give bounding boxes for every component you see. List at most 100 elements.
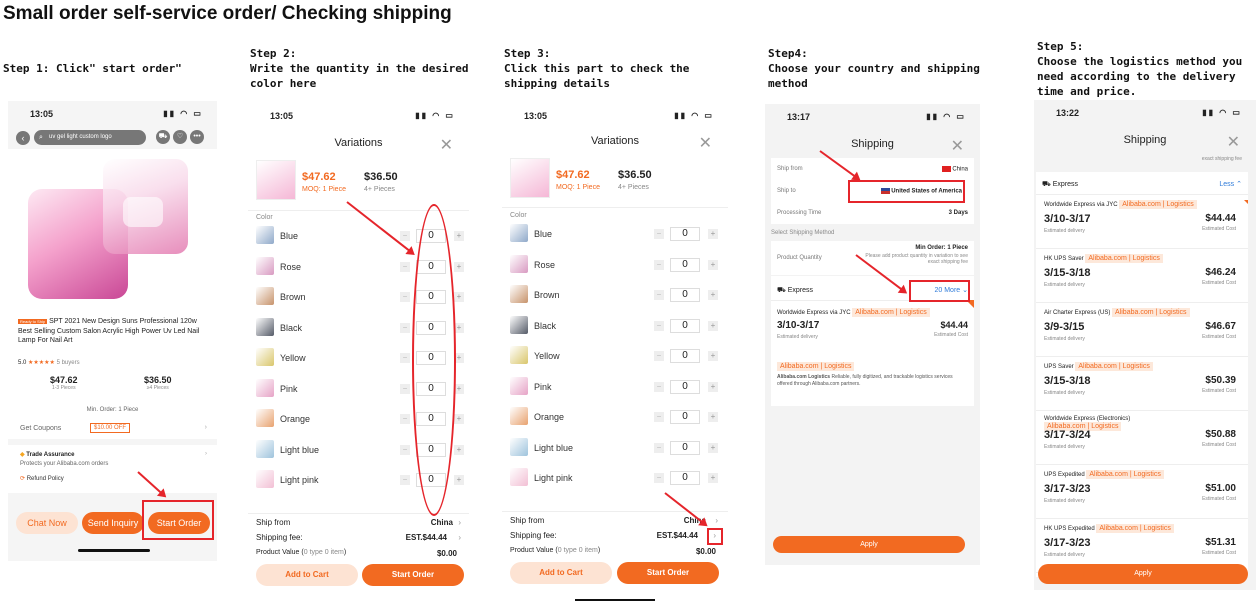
minus-button[interactable]: − [400,322,410,333]
color-name: Brown [534,290,560,300]
quantity-input[interactable]: 0 [670,257,700,272]
color-row: Rose −0 + [502,252,728,282]
minus-button[interactable]: − [654,229,664,239]
add-to-cart-button[interactable]: Add to Cart [256,564,358,586]
plus-button[interactable]: + [454,231,464,241]
more-icon[interactable]: ••• [190,130,204,144]
search-input[interactable]: ⌕ uv gel light custom logo [34,130,146,145]
color-swatch [256,317,274,336]
minus-button[interactable]: − [400,231,410,241]
color-name: Black [280,322,303,333]
minus-button[interactable]: − [654,351,664,361]
start-order-button[interactable]: Start Order [617,562,719,584]
product-image[interactable] [8,149,217,309]
plus-button[interactable]: + [708,351,718,361]
shipping-method-option[interactable]: Worldwide Express (Electronics) Alibaba.c… [1036,416,1248,466]
shipping-method-option[interactable]: Air Charter Express (US) Alibaba.com | L… [1036,308,1248,358]
plus-button[interactable]: + [708,290,718,300]
plus-button[interactable]: + [454,444,464,455]
estimated-delivery-label: Estimated delivery [1044,228,1085,234]
minus-button[interactable]: − [400,383,410,394]
back-button[interactable]: ‹ [16,131,30,145]
favorite-icon[interactable]: ♡ [173,130,187,144]
cart-icon[interactable]: ⛟ [156,130,170,144]
rating: 5.0 ★★★★★ 5 buyers [18,360,80,366]
plus-button[interactable]: + [454,475,464,485]
estimated-delivery-label: Estimated delivery [1044,552,1085,558]
method-cost: $51.00 [1205,483,1236,494]
start-order-button[interactable]: Start Order [362,564,464,586]
apply-button[interactable]: Apply [773,536,965,553]
less-toggle[interactable]: Less ⌃ [1219,180,1242,188]
minus-button[interactable]: − [654,290,664,300]
close-icon[interactable]: ✕ [951,136,964,156]
method-cost: $50.39 [1205,375,1236,386]
price-tier-range: 4+ Pieces [364,186,395,193]
coupons-row[interactable]: Get Coupons $10.00 OFF › [8,419,217,439]
minus-button[interactable]: − [400,292,410,302]
shipping-fee[interactable]: Shipping fee: EST.$44.44 › [256,533,461,542]
minus-button[interactable]: − [400,261,410,272]
plus-button[interactable]: + [708,259,718,270]
minus-button[interactable]: − [654,259,664,270]
add-to-cart-button[interactable]: Add to Cart [510,562,612,584]
shipping-method-option[interactable]: Worldwide Express via JYC Alibaba.com | … [777,300,974,348]
method-name: Worldwide Express via JYC [1044,202,1118,208]
color-swatch [510,315,528,334]
color-name: Rose [280,261,302,272]
color-row: Light blue −0 + [502,435,728,465]
quantity-input[interactable]: 0 [670,440,700,455]
plus-button[interactable]: + [708,442,718,453]
ship-from[interactable]: Ship from China › [256,518,461,527]
shipping-method-option[interactable]: Worldwide Express via JYC Alibaba.com | … [1036,200,1248,250]
close-icon[interactable]: ✕ [440,135,453,155]
plus-button[interactable]: + [708,229,718,239]
estimated-cost-label: Estimated Cost [1202,442,1236,448]
ship-from-row[interactable]: Ship from China [777,166,968,173]
plus-button[interactable]: + [708,412,718,422]
color-label: Color [256,214,273,221]
minus-button[interactable]: − [654,442,664,453]
estimated-delivery-label: Estimated delivery [1044,282,1085,288]
trade-assurance[interactable]: ◆ Trade Assurance Protects your Alibaba.… [8,445,217,493]
quantity-input[interactable]: 0 [670,379,700,394]
minus-button[interactable]: − [654,381,664,392]
plus-button[interactable]: + [708,473,718,483]
shipping-fee[interactable]: Shipping fee: EST.$44.44 › [510,531,720,540]
plus-button[interactable]: + [454,261,464,272]
shipping-method-option[interactable]: UPS Expedited Alibaba.com | Logistics 3/1… [1036,470,1248,520]
chat-now-button[interactable]: Chat Now [16,512,78,534]
quantity-input[interactable]: 0 [670,349,700,363]
close-icon[interactable]: ✕ [1227,132,1240,152]
quantity-input[interactable]: 0 [670,471,700,485]
apply-button[interactable]: Apply [1038,564,1248,584]
quantity-input[interactable]: 0 [670,318,700,333]
status-time: 13:22 [1056,108,1080,118]
plus-button[interactable]: + [454,414,464,424]
minus-button[interactable]: − [654,473,664,483]
shipping-method-option[interactable]: HK UPS Saver Alibaba.com | Logistics 3/15… [1036,254,1248,304]
minus-button[interactable]: − [654,320,664,331]
plus-button[interactable]: + [708,320,718,331]
plus-button[interactable]: + [708,381,718,392]
status-icons: ▮▮ ◠ ▭ [926,112,966,121]
quantity-input[interactable]: 0 [670,288,700,302]
minus-button[interactable]: − [400,414,410,424]
plus-button[interactable]: + [454,292,464,302]
color-swatch [510,254,528,273]
express-row[interactable]: ⛟ Express Less ⌃ [1042,180,1242,189]
sheet-title: Shipping [1123,134,1167,146]
ship-from[interactable]: Ship from China › [510,516,720,525]
color-row: Light pink −0 + [502,465,728,495]
minus-button[interactable]: − [400,353,410,363]
quantity-input[interactable]: 0 [670,410,700,424]
send-inquiry-button[interactable]: Send Inquiry [82,512,144,534]
minus-button[interactable]: − [400,444,410,455]
minus-button[interactable]: − [654,412,664,422]
close-icon[interactable]: ✕ [699,133,712,153]
minus-button[interactable]: − [400,475,410,485]
shipping-method-option[interactable]: UPS Saver Alibaba.com | Logistics 3/15-3/… [1036,362,1248,412]
refund-policy[interactable]: ⟳ Refund Policy [20,475,64,482]
quantity-input[interactable]: 0 [670,227,700,241]
min-order: Min. Order: 1 Piece [86,407,139,413]
